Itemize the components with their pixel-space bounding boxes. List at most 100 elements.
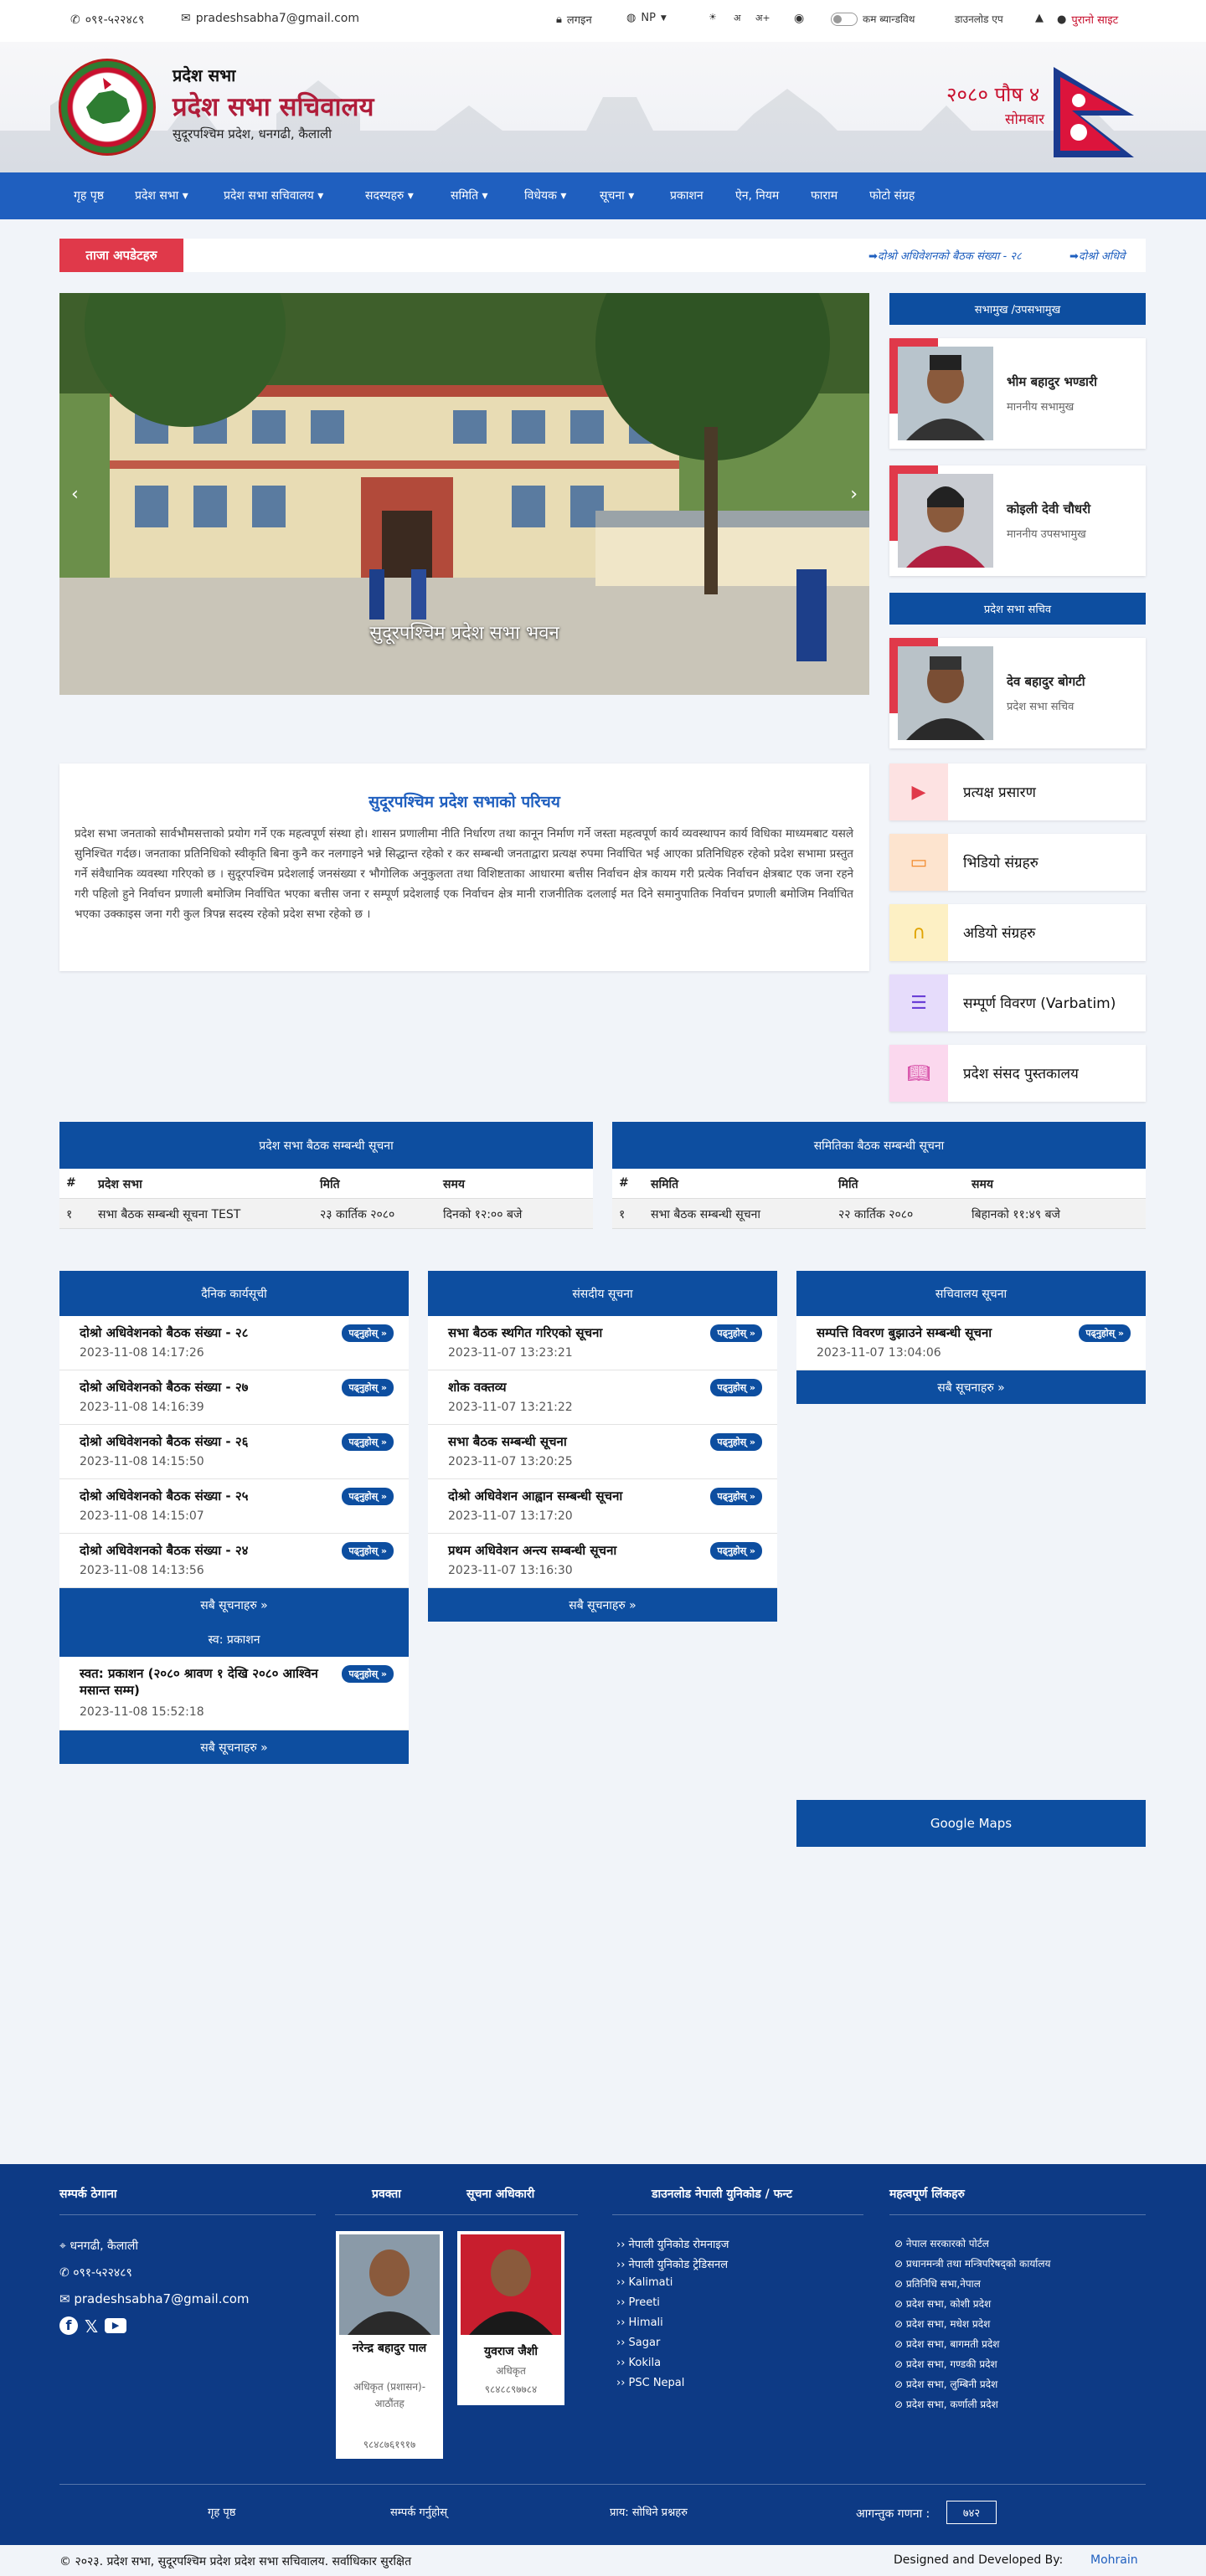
list-item[interactable]: दोश्रो अधिवेशनको बैठक संख्या - २४ 2023-11…: [59, 1534, 409, 1588]
font-link[interactable]: ›› Sagar: [616, 2337, 660, 2349]
deputy-speaker-card[interactable]: कोइली देवी चौधरी माननीय उपसभामुख: [889, 465, 1146, 576]
ticker-item[interactable]: ➡दोश्रो अधिवेशनको बैठक संख्या - २८: [868, 248, 1022, 263]
all-notices-button[interactable]: सबै सूचनाहरु »: [59, 1588, 409, 1622]
table-row[interactable]: १ सभा बैठक सम्बन्धी सूचना TEST २३ कार्ति…: [59, 1199, 593, 1229]
x-twitter-icon[interactable]: 𝕏: [85, 2316, 98, 2337]
footer-email[interactable]: ✉ pradeshsabha7@gmail.com: [59, 2291, 250, 2306]
nav-committee[interactable]: समिति ▾: [451, 188, 488, 203]
brand-title[interactable]: प्रदेश सभा सचिवालय: [173, 89, 374, 124]
quick-link-audio[interactable]: ∩ अडियो संग्रहरु: [889, 904, 1146, 961]
important-link[interactable]: ⊘ प्रतिनिधि सभा,नेपाल: [894, 2276, 981, 2291]
font-link[interactable]: ›› Kokila: [616, 2357, 661, 2369]
font-normal[interactable]: अ: [734, 12, 740, 24]
chevron-left-icon[interactable]: ‹: [71, 484, 79, 505]
old-site-link[interactable]: ● पुरानो साइट: [1057, 12, 1118, 28]
nav-members[interactable]: सदस्यहरु ▾: [365, 188, 414, 203]
read-button[interactable]: पढ्नुहोस् »: [710, 1488, 762, 1505]
read-button[interactable]: पढ्नुहोस् »: [710, 1379, 762, 1396]
list-item[interactable]: दोश्रो अधिवेशनको बैठक संख्या - २५ 2023-11…: [59, 1479, 409, 1534]
eye-icon[interactable]: ◉: [794, 12, 804, 25]
font-link[interactable]: ›› PSC Nepal: [616, 2377, 684, 2389]
footer-contact-link[interactable]: सम्पर्क गर्नुहोस्: [390, 2504, 447, 2519]
list-item[interactable]: सभा बैठक स्थगित गरिएको सूचना 2023-11-07 1…: [428, 1316, 777, 1370]
list-item[interactable]: दोश्रो अधिवेशन आह्वान सम्बन्धी सूचना 2023…: [428, 1479, 777, 1534]
list-item[interactable]: सम्पत्ति विवरण बुझाउने सम्बन्धी सूचना 202…: [796, 1316, 1146, 1370]
read-button[interactable]: पढ्नुहोस् »: [1079, 1324, 1131, 1342]
all-notices-button[interactable]: सबै सूचनाहरु »: [59, 1730, 409, 1764]
developer-link[interactable]: Mohrain: [1090, 2553, 1138, 2567]
font-increase[interactable]: अ+: [755, 12, 770, 24]
facebook-icon[interactable]: f: [59, 2316, 78, 2335]
read-button[interactable]: पढ्नुहोस् »: [342, 1379, 394, 1396]
spokesperson-card[interactable]: नरेन्द्र बहादुर पाल अधिकृत (प्रशासन)-आठौ…: [336, 2231, 443, 2459]
read-button[interactable]: पढ्नुहोस् »: [342, 1488, 394, 1505]
contact-heading: सम्पर्क ठेगाना: [59, 2188, 117, 2201]
read-button[interactable]: पढ्नुहोस् »: [342, 1433, 394, 1451]
font-link[interactable]: ›› Kalimati: [616, 2276, 673, 2289]
important-link[interactable]: ⊘ प्रदेश सभा, मधेश प्रदेश: [894, 2316, 990, 2331]
android-icon[interactable]: ▲: [1035, 12, 1044, 24]
important-link[interactable]: ⊘ प्रदेश सभा, कर्णाली प्रदेश: [894, 2397, 998, 2411]
footer-faq-link[interactable]: प्राय: सोधिने प्रश्नहरु: [610, 2504, 688, 2519]
important-link[interactable]: ⊘ नेपाल सरकारको पोर्टल: [894, 2236, 989, 2250]
all-notices-button[interactable]: सबै सूचनाहरु »: [796, 1370, 1146, 1404]
quick-link-verbatim[interactable]: ☰ सम्पूर्ण विवरण (Varbatim): [889, 974, 1146, 1031]
important-link[interactable]: ⊘ प्रदेश सभा, गण्डकी प्रदेश: [894, 2357, 997, 2371]
font-link[interactable]: ›› नेपाली युनिकोड ट्रेडिसनल: [616, 2256, 728, 2271]
secretary-card[interactable]: देव बहादुर बोगटी प्रदेश सभा सचिव: [889, 638, 1146, 748]
info-officer-card[interactable]: युवराज जैशी अधिकृत ९८४८८९७७८४: [457, 2231, 564, 2405]
font-link[interactable]: ›› Preeti: [616, 2296, 660, 2309]
font-link[interactable]: ›› नेपाली युनिकोड रोमनाइज: [616, 2236, 729, 2251]
nav-photo-gallery[interactable]: फोटो संग्रह: [869, 188, 915, 203]
low-bandwidth-toggle[interactable]: कम ब्यान्डविथ: [831, 12, 915, 26]
read-button[interactable]: पढ्नुहोस् »: [710, 1433, 762, 1451]
list-item[interactable]: दोश्रो अधिवेशनको बैठक संख्या - २८ 2023-11…: [59, 1316, 409, 1370]
nav-publications[interactable]: प्रकाशन: [670, 188, 704, 203]
image-slider[interactable]: सुदूरपश्चिम प्रदेश सभा भवन ‹ ›: [59, 293, 869, 695]
important-link[interactable]: ⊘ प्रधानमन्त्री तथा मन्त्रिपरिषद्को कार्…: [894, 2256, 1050, 2270]
nav-forms[interactable]: फाराम: [811, 188, 838, 203]
nav-acts-rules[interactable]: ऐन, नियम: [735, 188, 779, 203]
quick-link-library[interactable]: 📖︎ प्रदेश संसद पुस्तकालय: [889, 1045, 1146, 1102]
chevron-right-icon[interactable]: ›: [850, 484, 858, 505]
read-button[interactable]: पढ्नुहोस् »: [342, 1324, 394, 1342]
youtube-icon[interactable]: ▶: [105, 2318, 127, 2333]
language-select[interactable]: ◍ NP ▼: [626, 12, 667, 24]
read-button[interactable]: पढ्नुहोस् »: [710, 1542, 762, 1560]
nav-home[interactable]: गृह पृष्ठ: [74, 188, 104, 203]
nav-notices[interactable]: सूचना ▾: [600, 188, 634, 203]
nav-secretariat[interactable]: प्रदेश सभा सचिवालय ▾: [224, 188, 323, 203]
read-button[interactable]: पढ्नुहोस् »: [342, 1665, 394, 1683]
footer-home-link[interactable]: गृह पृष्ठ: [208, 2504, 235, 2519]
list-item[interactable]: प्रथम अधिवेशन अन्त्य सम्बन्धी सूचना 2023-…: [428, 1534, 777, 1588]
topbar-phone[interactable]: ✆ ०९१-५२२४८९: [70, 12, 144, 28]
quick-link-video[interactable]: ▭ भिडियो संग्रहरु: [889, 834, 1146, 891]
nav-pradesh-sabha[interactable]: प्रदेश सभा ▾: [135, 188, 188, 203]
list-item[interactable]: स्वत: प्रकाशन (२०८० श्रावण १ देखि २०८० आ…: [59, 1657, 409, 1730]
topbar-email[interactable]: ✉ pradeshsabha7@gmail.com: [181, 12, 359, 25]
list-item[interactable]: शोक वक्तव्य 2023-11-07 13:21:22 पढ्नुहोस् …: [428, 1370, 777, 1425]
font-decrease[interactable]: ☀: [709, 12, 717, 23]
info-officer-role: अधिकृत: [496, 2365, 526, 2377]
list-item[interactable]: सभा बैठक सम्बन्धी सूचना 2023-11-07 13:20:…: [428, 1425, 777, 1479]
all-notices-button[interactable]: सबै सूचनाहरु »: [428, 1588, 777, 1622]
important-link[interactable]: ⊘ प्रदेश सभा, कोशी प्रदेश: [894, 2296, 991, 2311]
footer-phone[interactable]: ✆ ०९१-५२२४८९: [59, 2265, 132, 2280]
social-links: f 𝕏 ▶: [59, 2316, 127, 2337]
login-link[interactable]: 🔒︎ लगइन: [556, 12, 592, 28]
google-maps-heading[interactable]: Google Maps: [796, 1800, 1146, 1847]
nav-bills[interactable]: विधेयक ▾: [524, 188, 566, 203]
speaker-card[interactable]: भीम बहादुर भण्डारी माननीय सभामुख: [889, 338, 1146, 449]
list-item[interactable]: दोश्रो अधिवेशनको बैठक संख्या - २७ 2023-11…: [59, 1370, 409, 1425]
ticker-item[interactable]: ➡दोश्रो अधिवे: [1069, 248, 1125, 263]
nepal-emblem-logo[interactable]: [59, 59, 156, 156]
quick-link-live[interactable]: ▶ प्रत्यक्ष प्रसारण: [889, 764, 1146, 820]
list-item[interactable]: दोश्रो अधिवेशनको बैठक संख्या - २६ 2023-11…: [59, 1425, 409, 1479]
read-button[interactable]: पढ्नुहोस् »: [710, 1324, 762, 1342]
table-row[interactable]: १ सभा बैठक सम्बन्धी सूचना २२ कार्तिक २०८…: [612, 1199, 1146, 1229]
read-button[interactable]: पढ्नुहोस् »: [342, 1542, 394, 1560]
toggle-switch[interactable]: [831, 12, 858, 26]
important-link[interactable]: ⊘ प्रदेश सभा, बागमती प्रदेश: [894, 2337, 999, 2351]
important-link[interactable]: ⊘ प्रदेश सभा, लुम्बिनी प्रदेश: [894, 2377, 997, 2391]
font-link[interactable]: ›› Himali: [616, 2316, 663, 2329]
